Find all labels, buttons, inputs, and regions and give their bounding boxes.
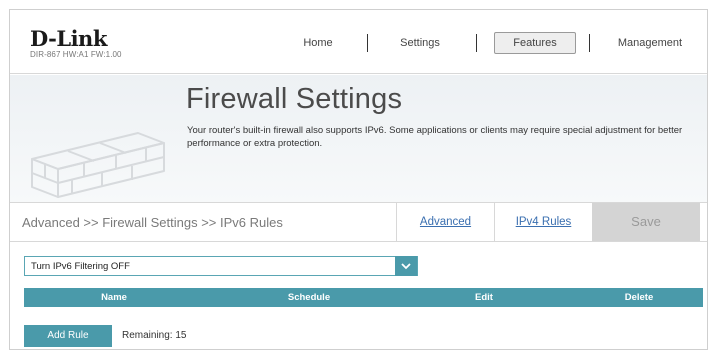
breadcrumb-bar: Advanced >> Firewall Settings >> IPv6 Ru… <box>10 202 707 242</box>
tab-advanced[interactable]: Advanced <box>396 203 494 241</box>
column-header-schedule: Schedule <box>287 292 331 303</box>
chevron-down-icon <box>401 263 411 270</box>
tab-ipv4-rules[interactable]: IPv4 Rules <box>494 203 592 241</box>
ipv6-filtering-select[interactable]: Turn IPv6 Filtering OFF <box>24 256 418 276</box>
page-description: Your router's built-in firewall also sup… <box>187 125 683 149</box>
brick-wall-icon <box>31 132 165 198</box>
nav-divider <box>589 34 590 52</box>
dropdown-toggle[interactable] <box>395 256 417 276</box>
nav-features[interactable]: Features <box>494 32 576 54</box>
page-banner: Firewall Settings Your router's built-in… <box>10 75 707 202</box>
column-header-edit: Edit <box>475 292 493 303</box>
save-button[interactable]: Save <box>592 203 700 241</box>
nav-divider <box>367 34 368 52</box>
column-header-delete: Delete <box>624 292 654 303</box>
add-rule-button[interactable]: Add Rule <box>24 325 112 347</box>
ipv6-filtering-value: Turn IPv6 Filtering OFF <box>31 261 130 272</box>
nav-divider <box>476 34 477 52</box>
breadcrumb: Advanced >> Firewall Settings >> IPv6 Ru… <box>22 215 283 230</box>
column-header-name: Name <box>101 292 127 303</box>
nav-management[interactable]: Management <box>602 32 698 54</box>
top-header: D-Link DIR-867 HW:A1 FW:1.00 Home Settin… <box>10 10 707 74</box>
router-settings-window: D-Link DIR-867 HW:A1 FW:1.00 Home Settin… <box>9 9 708 350</box>
main-nav: Home Settings Features Management <box>10 32 707 54</box>
rules-table-header: Name Schedule Edit Delete <box>24 288 703 307</box>
page-title: Firewall Settings <box>186 83 403 115</box>
nav-settings[interactable]: Settings <box>388 32 452 54</box>
remaining-count: Remaining: 15 <box>122 330 187 341</box>
nav-home[interactable]: Home <box>286 32 350 54</box>
